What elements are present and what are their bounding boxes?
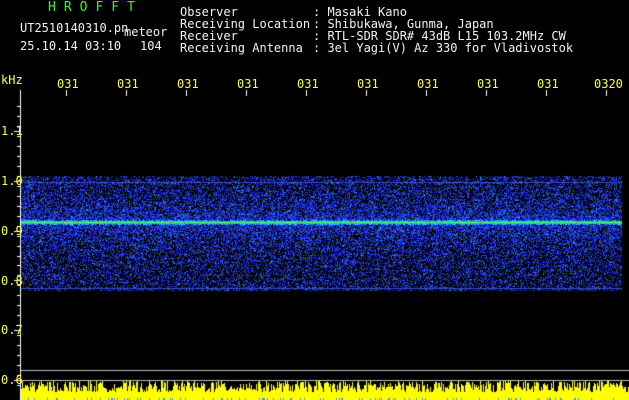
antenna-value: : 3el Yagi(V) Az 330 for Vladivostok bbox=[313, 41, 574, 55]
x-tick-label: 031 bbox=[297, 77, 319, 91]
x-tick-label: 031 bbox=[417, 77, 439, 91]
y-tick-label: 0.6 bbox=[1, 373, 23, 387]
y-tick-label: 1.0 bbox=[1, 174, 23, 188]
antenna-label: Receiving Antenna bbox=[180, 41, 303, 55]
file-name: UT2510140310.pn bbox=[20, 21, 129, 35]
hroft-logo: HROFFT bbox=[48, 0, 143, 15]
mode-label: meteor bbox=[124, 25, 168, 39]
y-tick-label: 1.1 bbox=[1, 124, 23, 138]
x-tick-label: 031 bbox=[177, 77, 199, 91]
spectrogram-canvas bbox=[0, 0, 629, 400]
y-tick-label: 0.9 bbox=[1, 224, 23, 238]
x-tick-label: 031 bbox=[237, 77, 259, 91]
x-tick-label: 031 bbox=[537, 77, 559, 91]
x-tick-label: 031 bbox=[57, 77, 79, 91]
date-time: 25.10.14 03:10 bbox=[20, 39, 122, 53]
x-tick-label: 031 bbox=[117, 77, 139, 91]
count-label: 104 bbox=[140, 39, 162, 53]
y-unit-label: kHz bbox=[1, 73, 23, 87]
hroft-spectrogram-window: { "header": { "logo": "HROFFT", "file_na… bbox=[0, 0, 629, 400]
y-tick-label: 0.8 bbox=[1, 274, 23, 288]
x-tick-label: 0320 bbox=[594, 77, 623, 91]
x-tick-label: 031 bbox=[357, 77, 379, 91]
y-tick-label: 0.7 bbox=[1, 323, 23, 337]
x-tick-label: 031 bbox=[477, 77, 499, 91]
